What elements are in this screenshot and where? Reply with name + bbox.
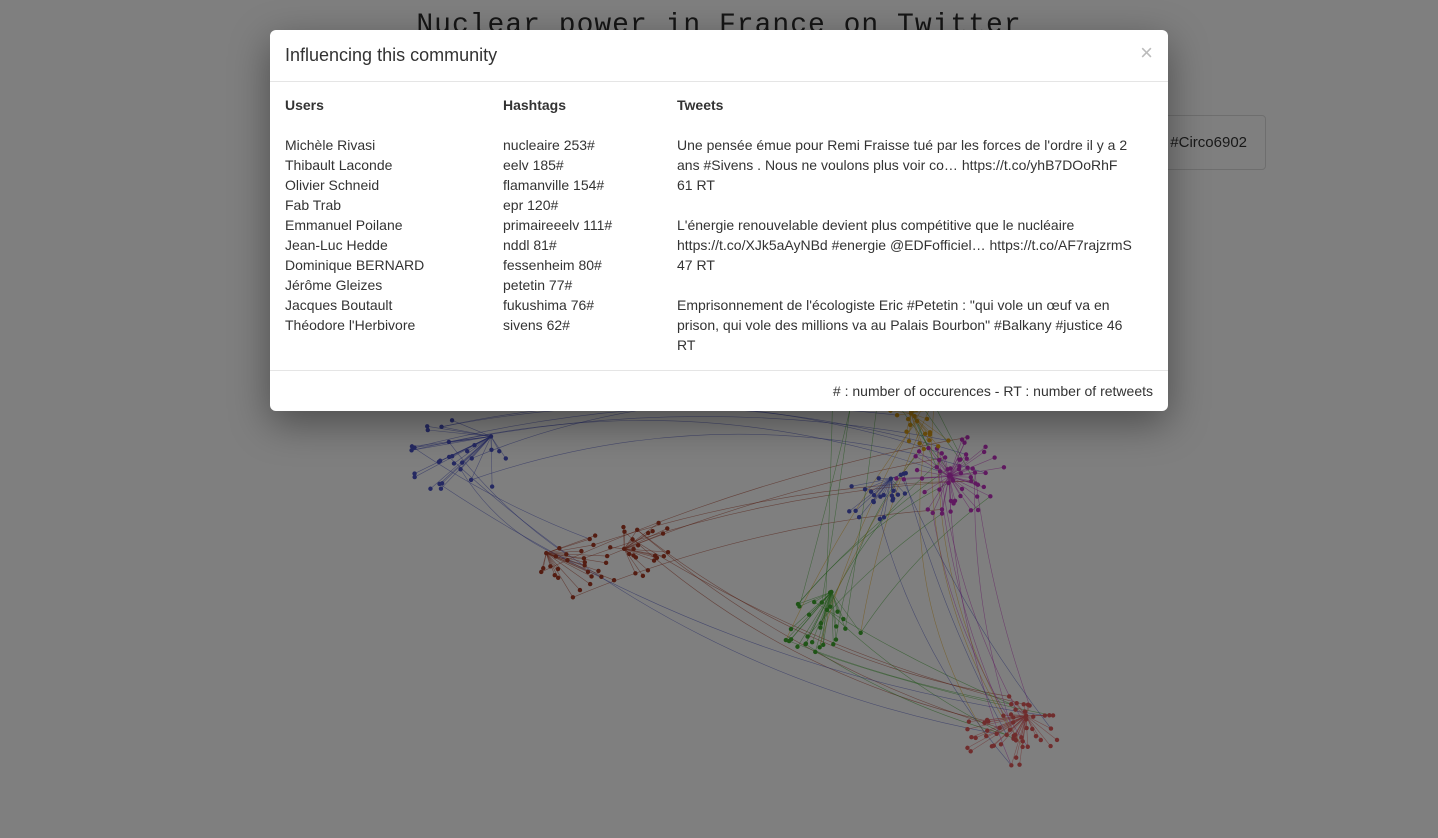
- users-header: Users: [285, 97, 483, 113]
- tweet-item: Emprisonnement de l'écologiste Eric #Pet…: [677, 295, 1133, 355]
- hashtag-item: epr 120#: [503, 195, 657, 215]
- user-item: Dominique BERNARD: [285, 255, 483, 275]
- hashtag-item: fukushima 76#: [503, 295, 657, 315]
- modal-body: Users Michèle RivasiThibault LacondeOliv…: [270, 82, 1168, 370]
- user-item: Michèle Rivasi: [285, 135, 483, 155]
- hashtag-item: sivens 62#: [503, 315, 657, 335]
- user-item: Fab Trab: [285, 195, 483, 215]
- hashtag-item: fessenheim 80#: [503, 255, 657, 275]
- modal-title: Influencing this community: [285, 45, 1153, 66]
- tweets-list: Une pensée émue pour Remi Fraisse tué pa…: [677, 135, 1133, 355]
- hashtag-item: primaireeelv 111#: [503, 215, 657, 235]
- user-item: Théodore l'Herbivore: [285, 315, 483, 335]
- user-item: Thibault Laconde: [285, 155, 483, 175]
- user-item: Jacques Boutault: [285, 295, 483, 315]
- user-item: Olivier Schneid: [285, 175, 483, 195]
- hashtag-item: nucleaire 253#: [503, 135, 657, 155]
- modal-header: Influencing this community ×: [270, 30, 1168, 82]
- modal-footer: # : number of occurences - RT : number o…: [270, 370, 1168, 411]
- community-modal: Influencing this community × Users Michè…: [270, 30, 1168, 411]
- tweet-item: L'énergie renouvelable devient plus comp…: [677, 215, 1133, 275]
- hashtag-item: petetin 77#: [503, 275, 657, 295]
- tweet-item: Une pensée émue pour Remi Fraisse tué pa…: [677, 135, 1133, 195]
- users-list: Michèle RivasiThibault LacondeOlivier Sc…: [285, 135, 483, 335]
- users-column: Users Michèle RivasiThibault LacondeOliv…: [285, 97, 503, 355]
- tweets-header: Tweets: [677, 97, 1133, 113]
- user-item: Jean-Luc Hedde: [285, 235, 483, 255]
- hashtags-list: nucleaire 253#eelv 185#flamanville 154#e…: [503, 135, 657, 335]
- tweets-column: Tweets Une pensée émue pour Remi Fraisse…: [677, 97, 1153, 355]
- hashtags-header: Hashtags: [503, 97, 657, 113]
- user-item: Jérôme Gleizes: [285, 275, 483, 295]
- hashtag-item: eelv 185#: [503, 155, 657, 175]
- hashtags-column: Hashtags nucleaire 253#eelv 185#flamanvi…: [503, 97, 677, 355]
- close-icon[interactable]: ×: [1140, 42, 1153, 64]
- hashtag-item: flamanville 154#: [503, 175, 657, 195]
- user-item: Emmanuel Poilane: [285, 215, 483, 235]
- hashtag-item: nddl 81#: [503, 235, 657, 255]
